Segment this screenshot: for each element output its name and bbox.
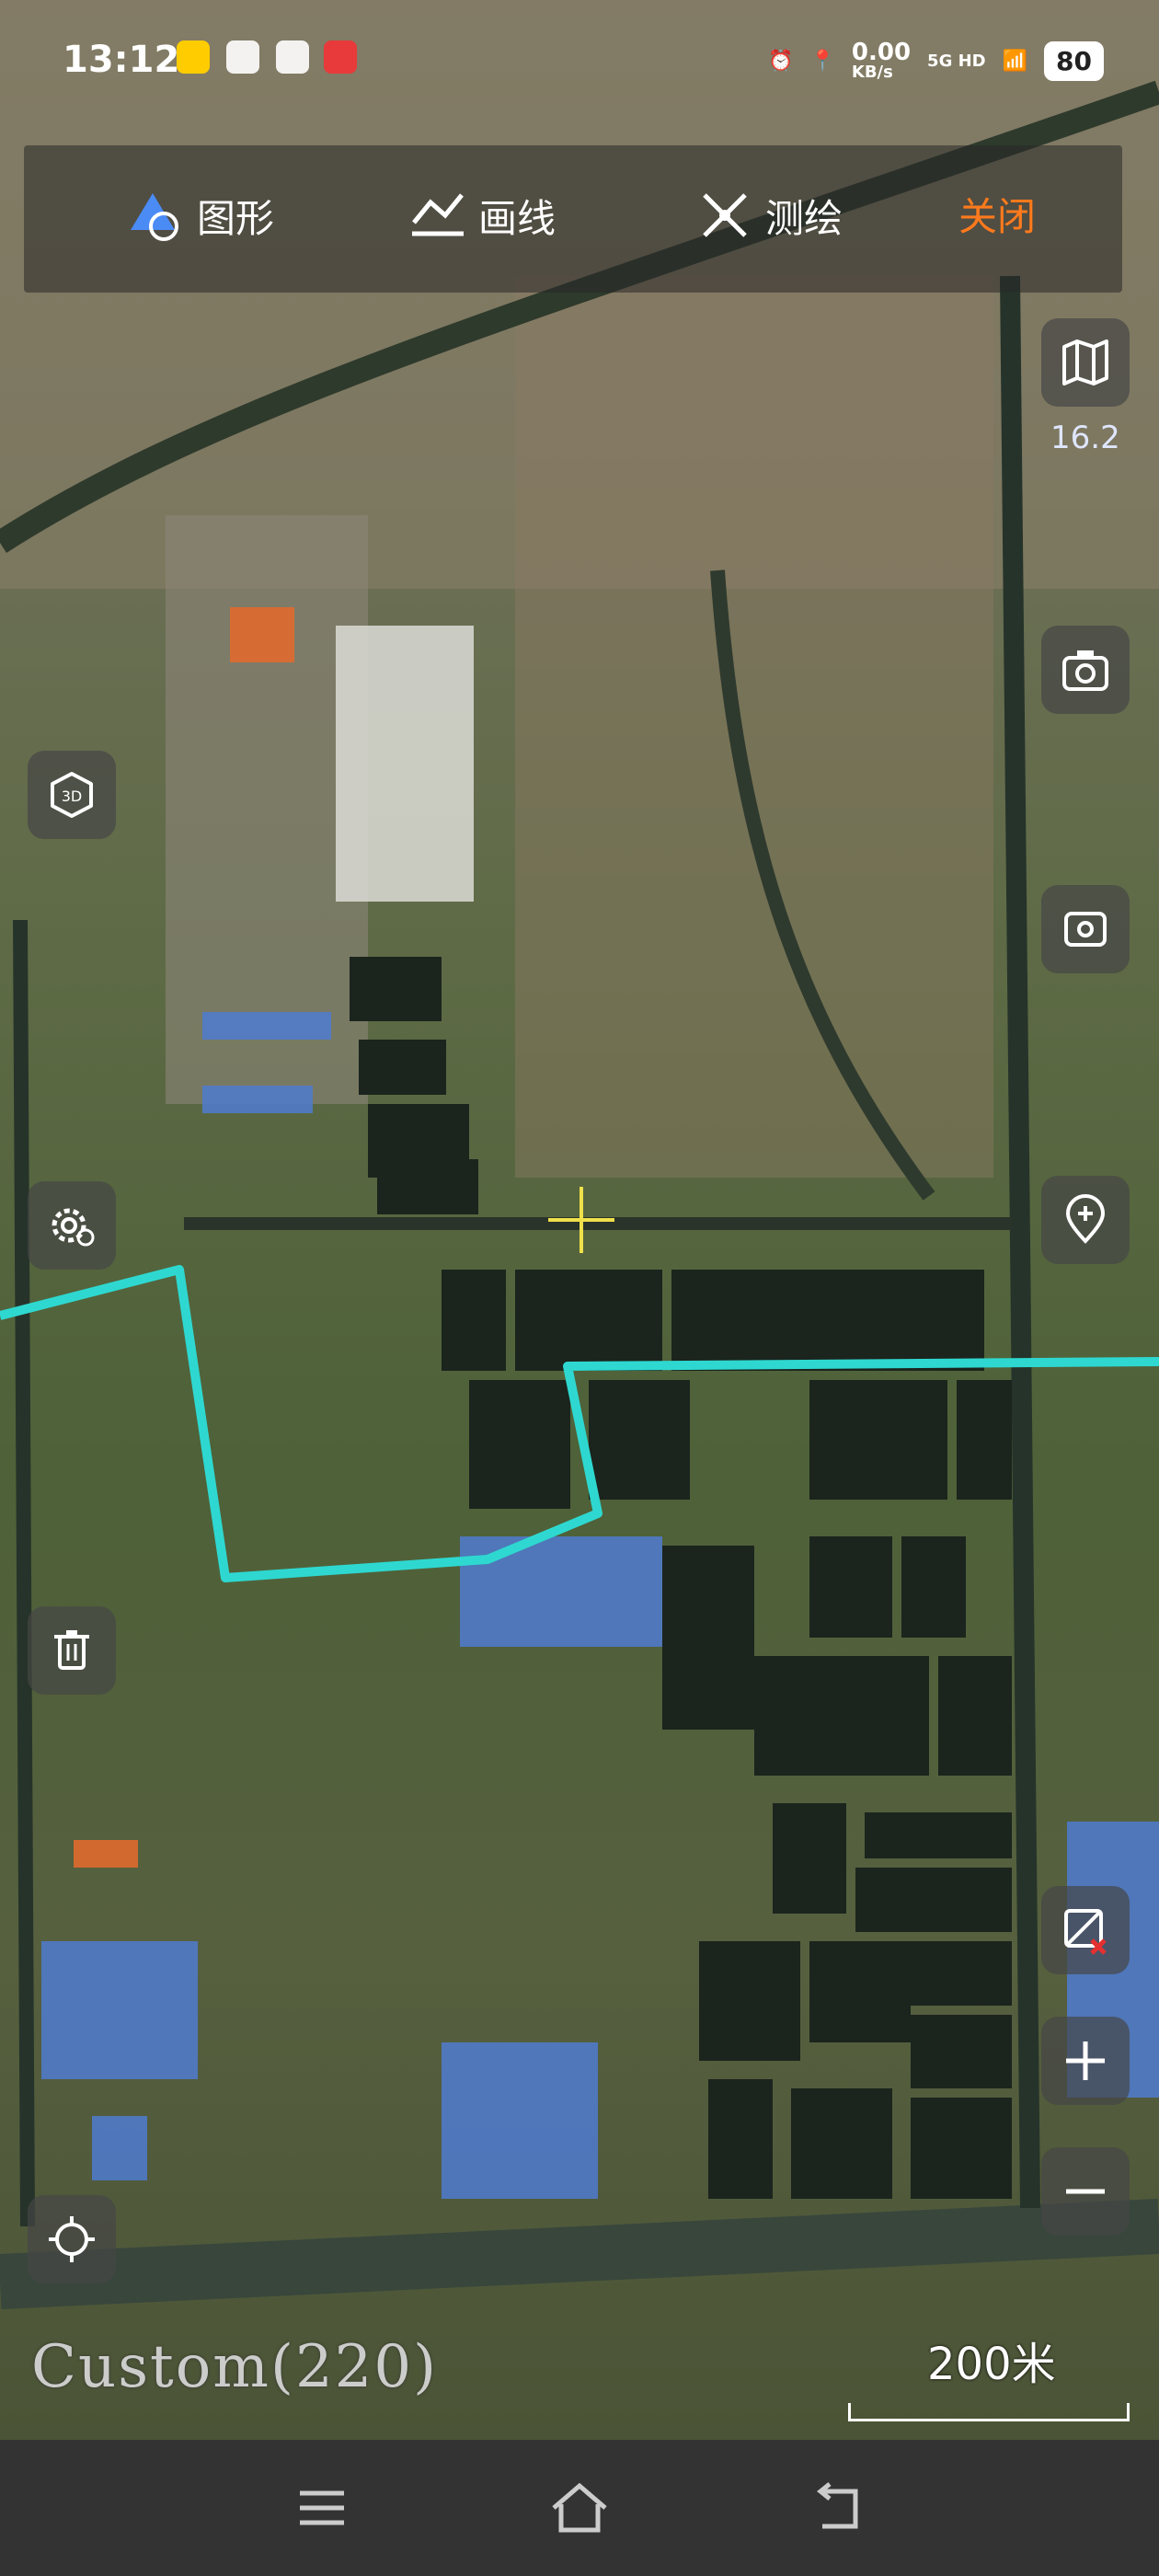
close-toolbar-button[interactable]: 关闭 [958, 186, 1036, 242]
signal-icon: 5G HD [927, 51, 986, 71]
rotate-view-button[interactable] [1041, 885, 1130, 973]
line-tool-label: 画线 [478, 195, 557, 241]
clear-map-icon [1064, 1909, 1107, 1955]
svg-text:3D: 3D [62, 788, 83, 805]
scale-bar [848, 2403, 1130, 2421]
back-icon[interactable] [800, 2478, 874, 2537]
polyline-icon [412, 193, 464, 236]
menu-icon[interactable] [285, 2478, 359, 2537]
minus-icon [1066, 2189, 1105, 2194]
add-marker-button[interactable] [1041, 1176, 1130, 1264]
zoom-in-button[interactable] [1041, 2017, 1130, 2105]
tiktok-icon [177, 40, 210, 74]
map-layers-icon [1062, 339, 1108, 385]
survey-tool-label: 测绘 [765, 195, 843, 241]
shape-tool-label: 图形 [197, 195, 275, 241]
battery-indicator: 80 [1044, 40, 1104, 81]
satellite-map[interactable] [0, 0, 1159, 2440]
drawing-toolbar: 图形 画线 测绘 关闭 [24, 145, 1122, 293]
wifi-icon: 📶 [1002, 49, 1028, 73]
locate-me-button[interactable] [28, 2195, 116, 2283]
video-app-icon [226, 40, 259, 74]
scale-label: 200米 [927, 2339, 1056, 2390]
settings-button[interactable] [28, 1181, 116, 1270]
plus-icon [1066, 2041, 1105, 2080]
delete-button[interactable] [28, 1606, 116, 1695]
trash-icon [54, 1630, 89, 1670]
locate-target-icon [49, 2216, 95, 2262]
layers-button[interactable] [1041, 318, 1130, 407]
line-tool-button[interactable]: 画线 [408, 186, 556, 245]
status-time: 13:12 [63, 39, 180, 81]
shape-tool-button[interactable]: 图形 [127, 186, 274, 245]
rotate-camera-icon [1064, 912, 1107, 947]
clear-map-button[interactable] [1041, 1886, 1130, 1974]
screenshot-button[interactable] [1041, 626, 1130, 714]
alarm-icon: ⏰ [768, 49, 794, 73]
gear-icon [52, 1208, 95, 1247]
zoom-out-button[interactable] [1041, 2147, 1130, 2236]
survey-icon [703, 193, 747, 237]
location-pin-icon [1065, 1194, 1106, 1244]
camera-icon [1062, 650, 1108, 691]
3d-cube-icon: 3D [51, 772, 93, 818]
system-nav-bar [0, 2440, 1159, 2576]
status-bar: 13:12 ⏰ 📍 0.00 KB/s 5G HD 📶 80 [0, 0, 1159, 129]
zoom-level: 16.2 [1050, 420, 1120, 456]
map-source-label: Custom(220) [31, 2333, 439, 2401]
wechat-icon [276, 40, 309, 74]
shape-icon [131, 193, 178, 241]
network-speed: 0.00 KB/s [851, 39, 912, 82]
survey-tool-button[interactable]: 测绘 [695, 186, 843, 245]
close-label: 关闭 [958, 194, 1037, 239]
home-icon[interactable] [543, 2478, 616, 2537]
crosshair-icon [548, 1187, 614, 1253]
3d-view-button[interactable]: 3D [28, 751, 116, 839]
location-status-icon: 📍 [809, 49, 835, 73]
map-app-icon [324, 40, 357, 74]
